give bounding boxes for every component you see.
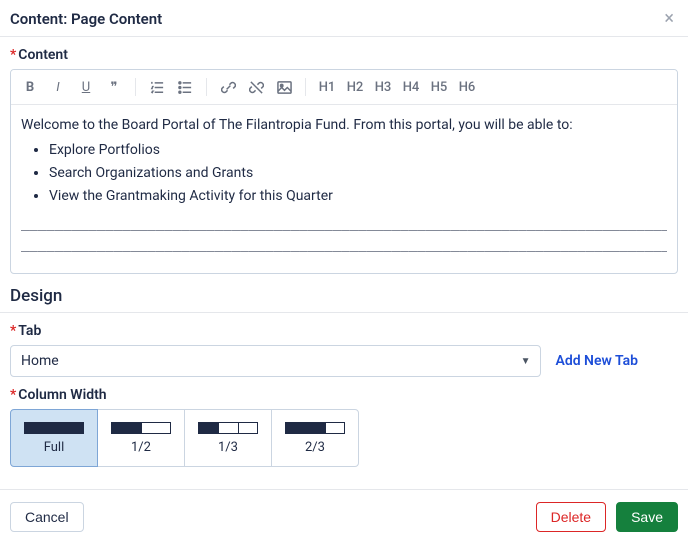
editor-content[interactable]: Welcome to the Board Portal of The Filan…	[11, 105, 677, 273]
close-icon[interactable]: ×	[664, 10, 674, 28]
editor-bullet: Explore Portfolios	[49, 140, 667, 161]
tab-select[interactable]: Home ▼	[10, 345, 541, 377]
tab-label: *Tab	[10, 323, 678, 339]
add-new-tab-link[interactable]: Add New Tab	[555, 353, 678, 369]
column-width-option-full[interactable]: Full	[10, 409, 98, 467]
column-width-option-third[interactable]: 1/3	[184, 409, 272, 467]
column-width-option-half[interactable]: 1/2	[97, 409, 185, 467]
editor-divider-line: ________________________________________…	[21, 234, 667, 255]
modal-title: Content: Page Content	[10, 10, 162, 28]
rich-text-editor: B I U ❞	[10, 69, 678, 274]
unlink-button[interactable]	[243, 74, 269, 100]
cancel-button[interactable]: Cancel	[10, 502, 84, 532]
delete-button[interactable]: Delete	[536, 502, 606, 532]
link-button[interactable]	[215, 74, 241, 100]
editor-divider-line: ________________________________________…	[21, 213, 667, 234]
image-icon	[277, 80, 292, 95]
h2-button[interactable]: H2	[342, 74, 368, 100]
design-heading: Design	[10, 286, 678, 306]
column-width-label: *Column Width	[10, 387, 678, 403]
ordered-list-button[interactable]	[144, 74, 170, 100]
quote-button[interactable]: ❞	[101, 74, 127, 100]
underline-button[interactable]: U	[73, 74, 99, 100]
column-width-option-label: 2/3	[305, 440, 325, 455]
column-width-option-label: 1/2	[131, 440, 151, 455]
column-width-option-label: Full	[44, 440, 65, 455]
unordered-list-icon	[178, 80, 193, 95]
editor-bullet: Search Organizations and Grants	[49, 163, 667, 184]
image-button[interactable]	[271, 74, 297, 100]
editor-intro-text: Welcome to the Board Portal of The Filan…	[21, 115, 667, 136]
italic-button[interactable]: I	[45, 74, 71, 100]
h1-button[interactable]: H1	[314, 74, 340, 100]
link-icon	[221, 80, 236, 95]
chevron-down-icon: ▼	[521, 356, 531, 367]
editor-bullet: View the Grantmaking Activity for this Q…	[49, 186, 667, 207]
h3-button[interactable]: H3	[370, 74, 396, 100]
column-width-option-label: 1/3	[218, 440, 238, 455]
ordered-list-icon	[150, 80, 165, 95]
tab-select-value: Home	[21, 353, 59, 369]
unordered-list-button[interactable]	[172, 74, 198, 100]
h5-button[interactable]: H5	[426, 74, 452, 100]
h6-button[interactable]: H6	[454, 74, 480, 100]
bold-button[interactable]: B	[17, 74, 43, 100]
content-label: *Content	[10, 47, 678, 63]
save-button[interactable]: Save	[616, 502, 678, 532]
unlink-icon	[249, 80, 264, 95]
editor-toolbar: B I U ❞	[11, 70, 677, 105]
column-width-option-two-thirds[interactable]: 2/3	[271, 409, 359, 467]
h4-button[interactable]: H4	[398, 74, 424, 100]
